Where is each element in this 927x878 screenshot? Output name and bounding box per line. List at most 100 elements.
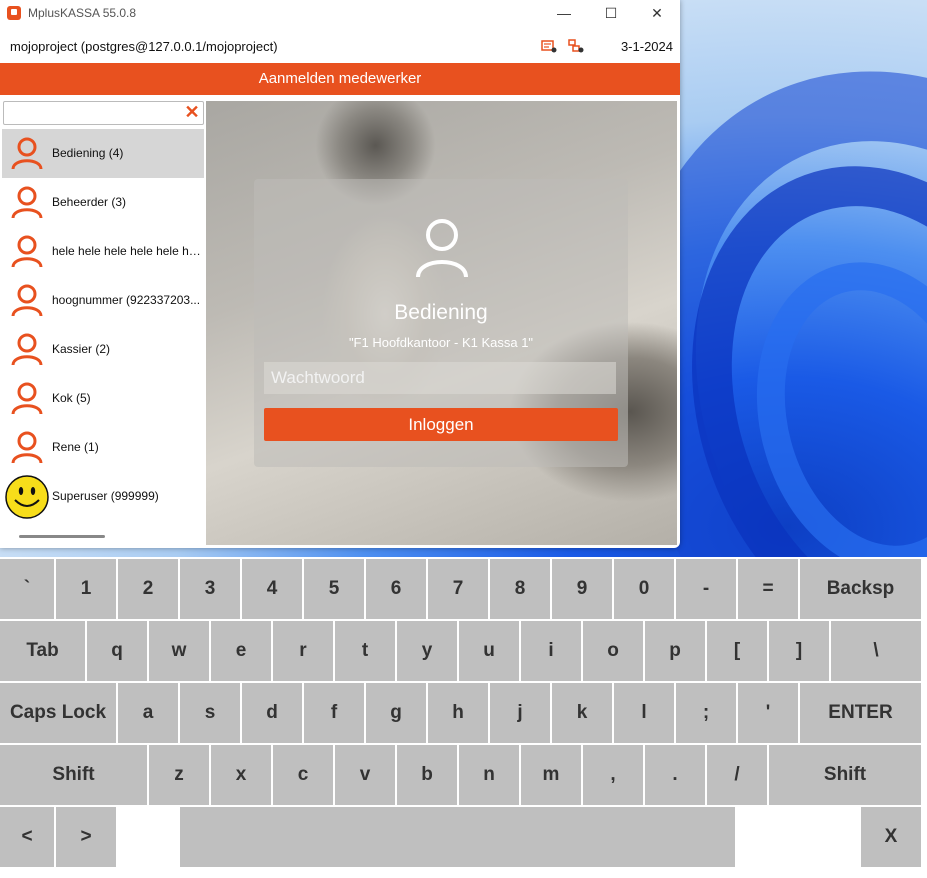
key-7[interactable]: 7 [428,559,488,619]
key-g[interactable]: g [366,683,426,743]
key-slash[interactable]: / [707,745,767,805]
key-c[interactable]: c [273,745,333,805]
wolf-background-image: Bediening "F1 Hoofdkantoor - K1 Kassa 1"… [206,101,677,545]
key-tab[interactable]: Tab [0,621,85,681]
key-p[interactable]: p [645,621,705,681]
login-button[interactable]: Inloggen [264,408,618,441]
minimize-button[interactable]: — [541,0,587,26]
key-caps-lock[interactable]: Caps Lock [0,683,116,743]
key-2[interactable]: 2 [118,559,178,619]
user-label: Beheerder (3) [52,195,127,209]
app-logo-icon [7,6,21,20]
password-input[interactable] [264,362,616,394]
key-t[interactable]: t [335,621,395,681]
maximize-button[interactable]: ☐ [588,0,634,26]
key-blank [737,807,859,867]
key-r[interactable]: r [273,621,333,681]
key-s[interactable]: s [180,683,240,743]
user-item-rene[interactable]: Rene (1) [2,423,204,472]
user-item-hoognummer[interactable]: hoognummer (922337203... [2,276,204,325]
horizontal-scrollbar[interactable] [19,535,105,538]
key-arrow-right[interactable]: > [56,807,116,867]
key-bracket-left[interactable]: [ [707,621,767,681]
close-icon[interactable]: ✕ [183,102,201,122]
keyboard-row-2: Tab q w e r t y u i o p [ ] \ [0,619,927,681]
key-m[interactable]: m [521,745,581,805]
key-period[interactable]: . [645,745,705,805]
app-title: MplusKASSA 55.0.8 [28,6,137,20]
key-z[interactable]: z [149,745,209,805]
user-icon [416,219,468,278]
register-settings-icon[interactable] [541,39,557,53]
user-item-kok[interactable]: Kok (5) [2,374,204,423]
smiley-icon [5,475,49,519]
title-bar: MplusKASSA 55.0.8 — ☐ ✕ [0,0,680,26]
key-k[interactable]: k [552,683,612,743]
key-b[interactable]: b [397,745,457,805]
user-label: Rene (1) [52,440,99,454]
selected-user-name: Bediening [394,301,488,324]
key-0[interactable]: 0 [614,559,674,619]
user-icon [11,137,43,170]
keyboard-row-5: < > X [0,805,927,867]
user-item-superuser[interactable]: Superuser (999999) [2,472,204,521]
key-enter[interactable]: ENTER [800,683,921,743]
key-semicolon[interactable]: ; [676,683,736,743]
close-button[interactable]: ✕ [634,0,680,26]
key-equals[interactable]: = [738,559,798,619]
key-3[interactable]: 3 [180,559,240,619]
key-u[interactable]: u [459,621,519,681]
key-6[interactable]: 6 [366,559,426,619]
key-1[interactable]: 1 [56,559,116,619]
user-item-beheerder[interactable]: Beheerder (3) [2,178,204,227]
connection-label: mojoproject (postgres@127.0.0.1/mojoproj… [10,39,278,54]
location-label: "F1 Hoofdkantoor - K1 Kassa 1" [348,335,534,350]
key-bracket-right[interactable]: ] [769,621,829,681]
user-label: Superuser (999999) [52,489,159,503]
key-apostrophe[interactable]: ' [738,683,798,743]
user-icon [11,186,43,219]
key-5[interactable]: 5 [304,559,364,619]
key-h[interactable]: h [428,683,488,743]
key-space[interactable] [180,807,735,867]
key-8[interactable]: 8 [490,559,550,619]
user-label: hele hele hele hele hele he... [52,244,202,258]
key-9[interactable]: 9 [552,559,612,619]
key-shift-right[interactable]: Shift [769,745,921,805]
key-minus[interactable]: - [676,559,736,619]
key-e[interactable]: e [211,621,271,681]
key-l[interactable]: l [614,683,674,743]
key-x[interactable]: x [211,745,271,805]
key-y[interactable]: y [397,621,457,681]
keyboard-row-4: Shift z x c v b n m , . / Shift [0,743,927,805]
key-close-keyboard[interactable]: X [861,807,921,867]
network-settings-icon[interactable] [568,39,584,53]
user-item-hele[interactable]: hele hele hele hele hele he... [2,227,204,276]
key-comma[interactable]: , [583,745,643,805]
key-o[interactable]: o [583,621,643,681]
key-blank [118,807,178,867]
login-card: Bediening "F1 Hoofdkantoor - K1 Kassa 1"… [254,179,628,467]
key-backtick[interactable]: ` [0,559,54,619]
user-icon [11,235,43,268]
key-backspace[interactable]: Backsp [800,559,921,619]
key-a[interactable]: a [118,683,178,743]
app-window: MplusKASSA 55.0.8 — ☐ ✕ mojoproject (pos… [0,0,680,548]
key-j[interactable]: j [490,683,550,743]
user-item-kassier[interactable]: Kassier (2) [2,325,204,374]
key-4[interactable]: 4 [242,559,302,619]
key-backslash[interactable]: \ [831,621,921,681]
user-icon [11,431,43,464]
key-n[interactable]: n [459,745,519,805]
user-item-bediening[interactable]: Bediening (4) [2,129,204,178]
key-v[interactable]: v [335,745,395,805]
user-icon [11,333,43,366]
key-w[interactable]: w [149,621,209,681]
key-f[interactable]: f [304,683,364,743]
key-i[interactable]: i [521,621,581,681]
key-arrow-left[interactable]: < [0,807,54,867]
key-shift-left[interactable]: Shift [0,745,147,805]
key-q[interactable]: q [87,621,147,681]
search-input[interactable] [7,103,181,123]
key-d[interactable]: d [242,683,302,743]
